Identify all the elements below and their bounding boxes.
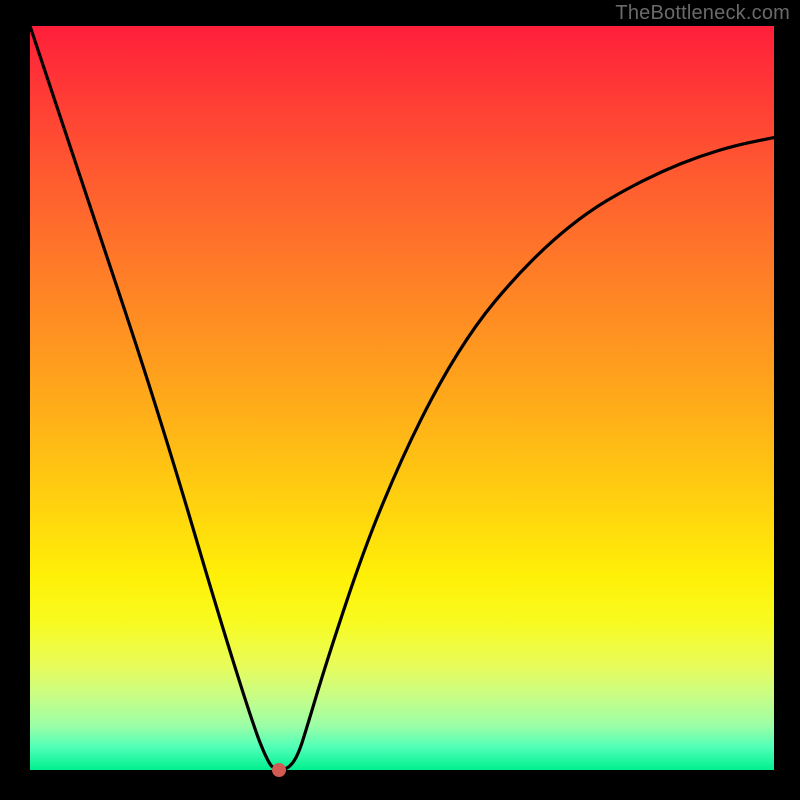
watermark-text: TheBottleneck.com	[615, 2, 790, 25]
chart-frame: TheBottleneck.com	[0, 0, 800, 800]
bottleneck-curve	[30, 26, 774, 770]
plot-area	[30, 26, 774, 770]
minimum-marker	[272, 763, 286, 777]
curve-path	[30, 26, 774, 770]
